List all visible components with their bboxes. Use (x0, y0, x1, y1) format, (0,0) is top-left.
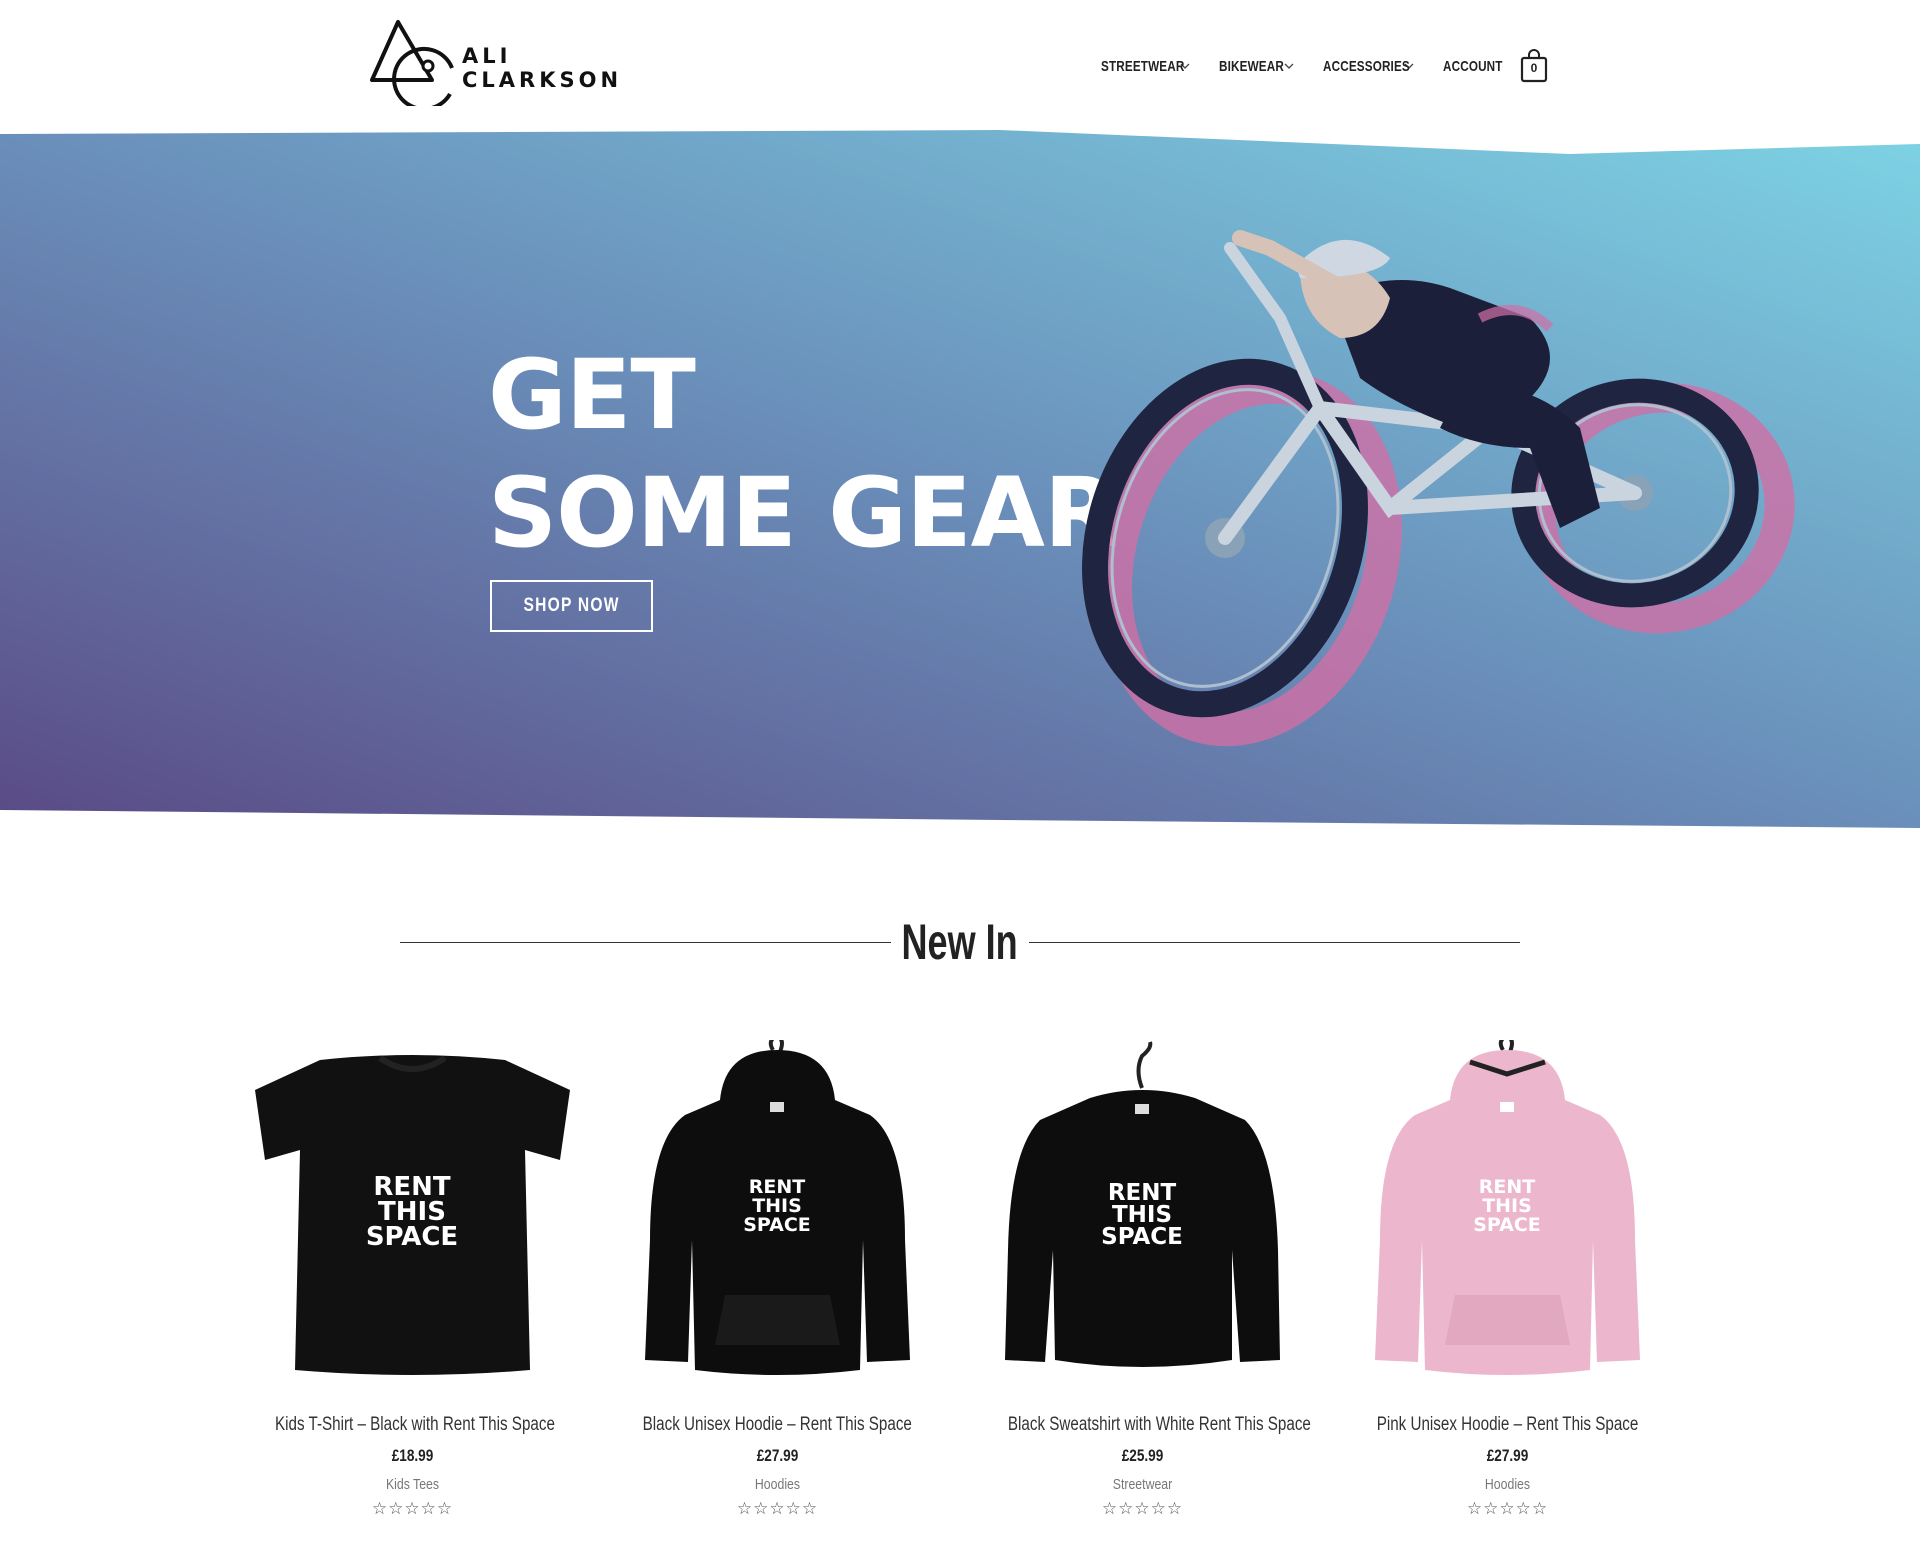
product-name[interactable]: Black Sweatshirt with White Rent This Sp… (1008, 1414, 1311, 1436)
product-category[interactable]: Streetwear (1001, 1476, 1284, 1493)
hero-title: GET SOME GEAR (488, 336, 1118, 572)
product-card[interactable]: RENT THIS SPACE Black Unisex Hoodie – Re… (605, 1040, 950, 1519)
product-card[interactable]: RENT THIS SPACE Kids T-Shirt – Black wit… (240, 1040, 585, 1519)
brand-line-1: ALI (462, 44, 512, 68)
product-category[interactable]: Hoodies (636, 1476, 919, 1493)
hero-banner: GET SOME GEAR SHOP NOW (0, 128, 1920, 828)
product-price: £27.99 (756, 1446, 799, 1465)
print-line: SPACE (1101, 1224, 1183, 1250)
nav-item-account[interactable]: ACCOUNT (1443, 57, 1503, 75)
chevron-down-icon (1284, 63, 1294, 69)
star-rating: ☆☆☆☆☆ (1101, 1499, 1184, 1518)
product-card[interactable]: RENT THIS SPACE Pink Unisex Hoodie – Ren… (1335, 1040, 1680, 1519)
brand-logo[interactable]: ALI CLARKSON (368, 16, 618, 106)
brand-name: ALI CLARKSON (462, 44, 622, 92)
nav-item-accessories[interactable]: ACCESSORIES (1323, 58, 1415, 75)
product-image[interactable]: RENT THIS SPACE (1335, 1040, 1680, 1390)
product-name-wrap: Black Unisex Hoodie – Rent This Space (605, 1390, 950, 1436)
product-grid: RENT THIS SPACE Kids T-Shirt – Black wit… (240, 1040, 1680, 1519)
new-in-heading: New In (400, 912, 1521, 972)
product-price: £25.99 (1121, 1446, 1164, 1465)
nav-item-streetwear[interactable]: STREETWEAR (1101, 58, 1191, 75)
hero-title-line-2: SOME GEAR (488, 457, 1118, 569)
nav-item-bikewear[interactable]: BIKEWEAR (1219, 58, 1295, 75)
shop-now-button[interactable]: SHOP NOW (490, 580, 653, 632)
brand-line-2: CLARKSON (462, 68, 623, 92)
star-rating: ☆☆☆☆☆ (371, 1499, 454, 1518)
product-name-wrap: Pink Unisex Hoodie – Rent This Space (1335, 1390, 1680, 1436)
cart-button[interactable]: 0 (1520, 49, 1548, 83)
nav-label-accessories: ACCESSORIES (1323, 57, 1410, 75)
product-name[interactable]: Black Unisex Hoodie – Rent This Space (643, 1414, 912, 1436)
product-image[interactable]: RENT THIS SPACE (605, 1040, 950, 1390)
print-line: SPACE (366, 1222, 458, 1252)
star-rating: ☆☆☆☆☆ (736, 1499, 819, 1518)
site-header: ALI CLARKSON STREETWEAR BIKEWEAR ACCESSO… (0, 0, 1920, 130)
cart-count: 0 (1530, 61, 1538, 75)
product-name-wrap: Black Sweatshirt with White Rent This Sp… (970, 1390, 1315, 1436)
product-category[interactable]: Hoodies (1366, 1476, 1649, 1493)
product-card[interactable]: RENT THIS SPACE Black Sweatshirt with Wh… (970, 1040, 1315, 1519)
product-name-wrap: Kids T-Shirt – Black with Rent This Spac… (240, 1390, 585, 1436)
shop-now-label: SHOP NOW (523, 595, 620, 616)
main-nav: STREETWEAR BIKEWEAR ACCESSORIES ACCOUNT … (1101, 48, 1548, 84)
product-name[interactable]: Pink Unisex Hoodie – Rent This Space (1377, 1414, 1639, 1436)
divider (400, 941, 892, 943)
divider (1028, 941, 1521, 943)
product-price: £27.99 (1486, 1446, 1529, 1465)
product-name[interactable]: Kids T-Shirt – Black with Rent This Spac… (275, 1414, 555, 1436)
section-title: New In (901, 914, 1019, 970)
print-line: SPACE (1473, 1214, 1541, 1236)
star-rating: ☆☆☆☆☆ (1466, 1499, 1549, 1518)
nav-label-account: ACCOUNT (1443, 57, 1503, 75)
product-image[interactable]: RENT THIS SPACE (970, 1040, 1315, 1390)
product-image[interactable]: RENT THIS SPACE (240, 1040, 585, 1390)
nav-label-bikewear: BIKEWEAR (1219, 57, 1284, 75)
print-line: SPACE (743, 1214, 811, 1236)
product-price: £18.99 (391, 1446, 434, 1465)
hero-title-line-1: GET (488, 339, 696, 451)
nav-label-streetwear: STREETWEAR (1101, 57, 1185, 75)
product-category[interactable]: Kids Tees (271, 1476, 554, 1493)
logo-mark-icon (370, 20, 454, 106)
bike-rider-image (1082, 230, 1795, 747)
